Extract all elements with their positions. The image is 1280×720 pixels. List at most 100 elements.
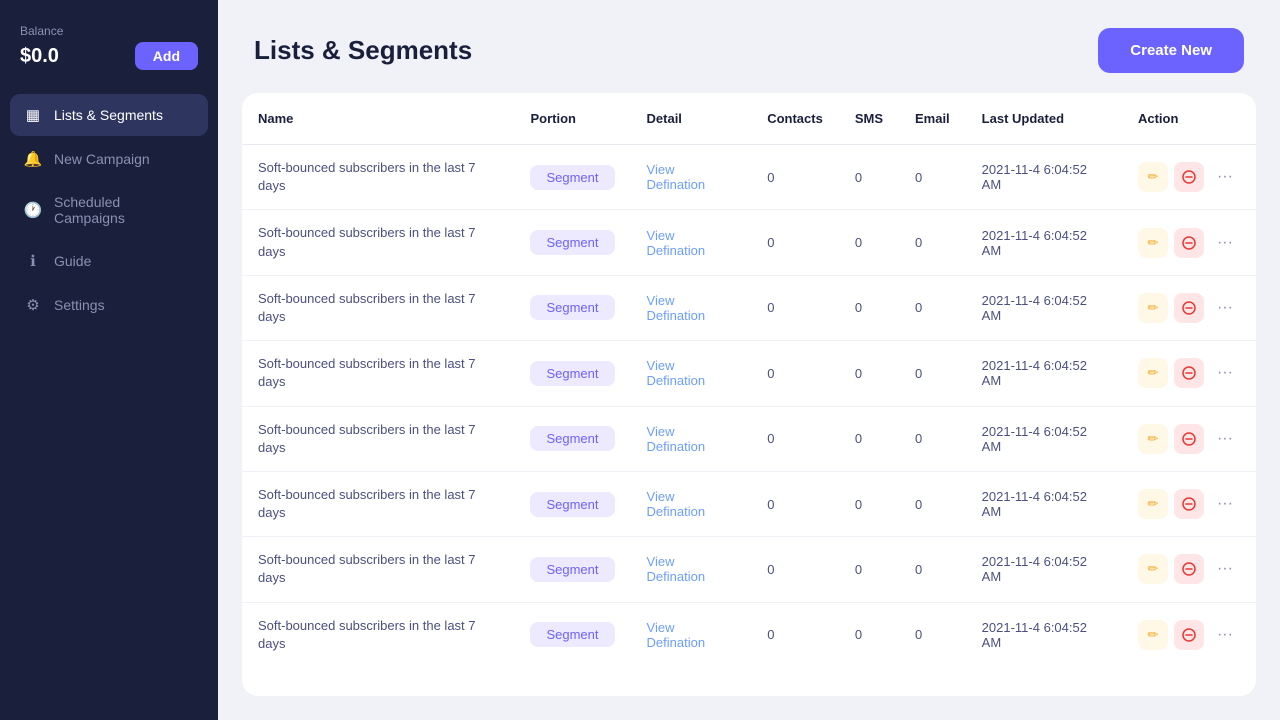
row-detail: View Defination: [631, 210, 752, 275]
view-definition-link[interactable]: View Defination: [647, 489, 706, 519]
row-contacts: 0: [751, 341, 839, 406]
edit-button[interactable]: ✏: [1138, 489, 1168, 519]
edit-button[interactable]: ✏: [1138, 293, 1168, 323]
row-last-updated: 2021-11-4 6:04:52 AM: [966, 145, 1122, 210]
edit-button[interactable]: ✏: [1138, 554, 1168, 584]
more-button[interactable]: ···: [1210, 554, 1240, 584]
row-detail: View Defination: [631, 602, 752, 667]
table-body: Soft-bounced subscribers in the last 7 d…: [242, 145, 1256, 668]
sidebar-item-scheduled-campaigns[interactable]: 🕐 Scheduled Campaigns: [10, 182, 208, 238]
delete-button[interactable]: [1174, 554, 1204, 584]
nav-icon-lists-segments: ▦: [24, 106, 42, 124]
row-sms: 0: [839, 602, 899, 667]
nav-icon-settings: ⚙: [24, 296, 42, 314]
nav-icon-new-campaign: 🔔: [24, 150, 42, 168]
delete-button[interactable]: [1174, 620, 1204, 650]
table-row: Soft-bounced subscribers in the last 7 d…: [242, 210, 1256, 275]
row-sms: 0: [839, 275, 899, 340]
row-portion: Segment: [514, 537, 630, 602]
row-sms: 0: [839, 145, 899, 210]
view-definition-link[interactable]: View Defination: [647, 358, 706, 388]
row-portion: Segment: [514, 602, 630, 667]
nav-label-settings: Settings: [54, 297, 105, 313]
delete-icon: [1182, 432, 1196, 446]
edit-button[interactable]: ✏: [1138, 358, 1168, 388]
row-action: ✏ ···: [1122, 275, 1256, 340]
delete-icon: [1182, 170, 1196, 184]
delete-button[interactable]: [1174, 162, 1204, 192]
balance-label: Balance: [20, 24, 198, 38]
row-email: 0: [899, 471, 966, 536]
view-definition-link[interactable]: View Defination: [647, 554, 706, 584]
edit-button[interactable]: ✏: [1138, 620, 1168, 650]
row-email: 0: [899, 537, 966, 602]
create-new-button[interactable]: Create New: [1098, 28, 1244, 73]
view-definition-link[interactable]: View Defination: [647, 162, 706, 192]
row-action: ✏ ···: [1122, 210, 1256, 275]
table-container: NamePortionDetailContactsSMSEmailLast Up…: [242, 93, 1256, 696]
row-contacts: 0: [751, 537, 839, 602]
view-definition-link[interactable]: View Defination: [647, 424, 706, 454]
row-name: Soft-bounced subscribers in the last 7 d…: [242, 471, 514, 536]
sidebar: Balance $0.0 Add ▦Lists & Segments 🔔 New C…: [0, 0, 218, 720]
row-action: ✏ ···: [1122, 537, 1256, 602]
row-portion: Segment: [514, 145, 630, 210]
delete-icon: [1182, 497, 1196, 511]
row-name: Soft-bounced subscribers in the last 7 d…: [242, 145, 514, 210]
row-last-updated: 2021-11-4 6:04:52 AM: [966, 210, 1122, 275]
more-button[interactable]: ···: [1210, 620, 1240, 650]
row-email: 0: [899, 602, 966, 667]
balance-amount: $0.0: [20, 45, 59, 68]
add-button[interactable]: Add: [135, 42, 198, 70]
page-title: Lists & Segments: [254, 35, 472, 66]
delete-button[interactable]: [1174, 228, 1204, 258]
more-button[interactable]: ···: [1210, 293, 1240, 323]
edit-button[interactable]: ✏: [1138, 424, 1168, 454]
row-contacts: 0: [751, 471, 839, 536]
col-header-name: Name: [242, 93, 514, 145]
col-header-action: Action: [1122, 93, 1256, 145]
row-email: 0: [899, 406, 966, 471]
row-portion: Segment: [514, 341, 630, 406]
col-header-sms: SMS: [839, 93, 899, 145]
row-name: Soft-bounced subscribers in the last 7 d…: [242, 602, 514, 667]
view-definition-link[interactable]: View Defination: [647, 620, 706, 650]
row-action: ✏ ···: [1122, 145, 1256, 210]
sidebar-item-guide[interactable]: ℹGuide: [10, 240, 208, 282]
row-portion: Segment: [514, 406, 630, 471]
row-last-updated: 2021-11-4 6:04:52 AM: [966, 406, 1122, 471]
delete-button[interactable]: [1174, 293, 1204, 323]
more-button[interactable]: ···: [1210, 489, 1240, 519]
nav-label-scheduled-campaigns: Scheduled Campaigns: [54, 194, 194, 226]
table-row: Soft-bounced subscribers in the last 7 d…: [242, 145, 1256, 210]
nav-label-new-campaign: New Campaign: [54, 151, 150, 167]
row-detail: View Defination: [631, 406, 752, 471]
row-sms: 0: [839, 210, 899, 275]
row-action: ✏ ···: [1122, 602, 1256, 667]
more-button[interactable]: ···: [1210, 424, 1240, 454]
delete-button[interactable]: [1174, 424, 1204, 454]
more-button[interactable]: ···: [1210, 358, 1240, 388]
row-contacts: 0: [751, 406, 839, 471]
edit-button[interactable]: ✏: [1138, 162, 1168, 192]
row-name: Soft-bounced subscribers in the last 7 d…: [242, 341, 514, 406]
row-last-updated: 2021-11-4 6:04:52 AM: [966, 602, 1122, 667]
sidebar-item-new-campaign[interactable]: 🔔 New Campaign: [10, 138, 208, 180]
row-detail: View Defination: [631, 341, 752, 406]
more-button[interactable]: ···: [1210, 162, 1240, 192]
row-portion: Segment: [514, 471, 630, 536]
sidebar-item-settings[interactable]: ⚙ Settings: [10, 284, 208, 326]
row-last-updated: 2021-11-4 6:04:52 AM: [966, 537, 1122, 602]
row-last-updated: 2021-11-4 6:04:52 AM: [966, 275, 1122, 340]
more-button[interactable]: ···: [1210, 228, 1240, 258]
table-row: Soft-bounced subscribers in the last 7 d…: [242, 537, 1256, 602]
delete-button[interactable]: [1174, 489, 1204, 519]
view-definition-link[interactable]: View Defination: [647, 293, 706, 323]
view-definition-link[interactable]: View Defination: [647, 228, 706, 258]
nav-icon-scheduled-campaigns: 🕐: [24, 201, 42, 219]
edit-button[interactable]: ✏: [1138, 228, 1168, 258]
col-header-last-updated: Last Updated: [966, 93, 1122, 145]
delete-button[interactable]: [1174, 358, 1204, 388]
sidebar-item-lists-segments[interactable]: ▦Lists & Segments: [10, 94, 208, 136]
row-detail: View Defination: [631, 275, 752, 340]
